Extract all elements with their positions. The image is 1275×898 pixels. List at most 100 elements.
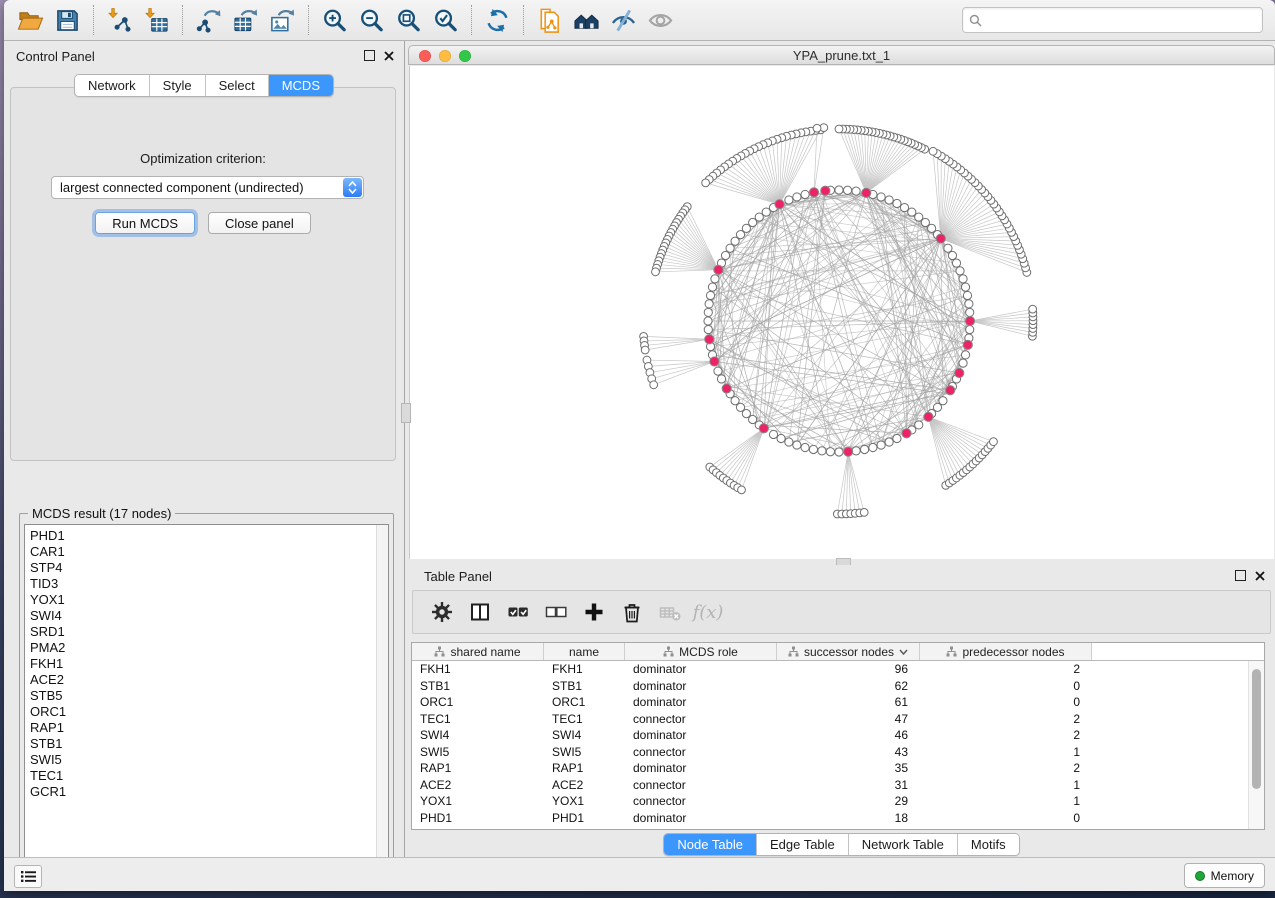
memory-label: Memory <box>1211 869 1254 883</box>
column-header-filler <box>1092 643 1264 660</box>
delete-entry-icon[interactable] <box>613 594 651 630</box>
export-image-icon[interactable] <box>264 2 301 38</box>
close-panel-button[interactable]: Close panel <box>208 212 311 234</box>
zoom-out-icon[interactable] <box>353 2 390 38</box>
table-cell: 29 <box>777 794 920 808</box>
tab-select[interactable]: Select <box>206 75 269 96</box>
mcds-result-node[interactable]: STP4 <box>30 560 388 576</box>
save-session-icon[interactable] <box>49 2 86 38</box>
table-row[interactable]: SWI5SWI5connector431 <box>412 744 1249 761</box>
toolbar-separator <box>471 5 472 35</box>
close-table-panel-icon[interactable] <box>1255 571 1265 581</box>
close-panel-icon[interactable] <box>384 51 394 61</box>
table-cell: STB1 <box>412 679 544 693</box>
mcds-result-node[interactable]: RAP1 <box>30 720 388 736</box>
mcds-result-items: PHD1CAR1STP4TID3YOX1SWI4SRD1PMA2FKH1ACE2… <box>25 525 388 800</box>
optimization-criterion-select[interactable]: largest connected component (undirected) <box>51 176 364 199</box>
task-history-button[interactable] <box>14 865 42 888</box>
network-from-document-icon[interactable] <box>531 2 568 38</box>
table-cell: SWI5 <box>544 745 625 759</box>
control-panel: Control Panel NetworkStyleSelectMCDS Opt… <box>4 41 405 858</box>
import-network-icon[interactable] <box>101 2 138 38</box>
hide-selected-icon[interactable] <box>605 2 642 38</box>
export-network-icon[interactable] <box>190 2 227 38</box>
export-table-icon[interactable] <box>227 2 264 38</box>
tab-mcds[interactable]: MCDS <box>269 75 333 96</box>
table-row[interactable]: TEC1TEC1connector472 <box>412 711 1249 728</box>
table-row[interactable]: YOX1YOX1connector291 <box>412 793 1249 810</box>
zoom-fit-icon[interactable] <box>390 2 427 38</box>
float-panel-icon[interactable] <box>364 50 375 61</box>
column-header-name[interactable]: name <box>544 643 625 660</box>
column-header-shared-name[interactable]: shared name <box>412 643 544 660</box>
mcds-result-node[interactable]: TID3 <box>30 576 388 592</box>
mcds-result-node[interactable]: GCR1 <box>30 784 388 800</box>
mcds-result-list[interactable]: PHD1CAR1STP4TID3YOX1SWI4SRD1PMA2FKH1ACE2… <box>24 524 389 882</box>
mcds-result-node[interactable]: STB1 <box>30 736 388 752</box>
tab-motifs[interactable]: Motifs <box>958 834 1019 855</box>
main-toolbar <box>4 0 1275 41</box>
mcds-result-node[interactable]: SRD1 <box>30 624 388 640</box>
open-session-icon[interactable] <box>12 2 49 38</box>
mcds-result-node[interactable]: PMA2 <box>30 640 388 656</box>
search-box[interactable] <box>962 7 1263 33</box>
mcds-result-node[interactable]: TEC1 <box>30 768 388 784</box>
first-neighbors-icon[interactable] <box>568 2 605 38</box>
refresh-icon[interactable] <box>479 2 516 38</box>
table-row[interactable]: RAP1RAP1dominator352 <box>412 760 1249 777</box>
mcds-result-node[interactable]: PHD1 <box>30 528 388 544</box>
table-cell: RAP1 <box>544 761 625 775</box>
mcds-result-node[interactable]: YOX1 <box>30 592 388 608</box>
table-scrollbar-thumb[interactable] <box>1252 669 1261 789</box>
select-all-icon[interactable] <box>499 594 537 630</box>
table-cell: SWI4 <box>544 728 625 742</box>
search-input[interactable] <box>987 12 1256 29</box>
show-columns-icon[interactable] <box>461 594 499 630</box>
column-header-MCDS-role[interactable]: MCDS role <box>625 643 777 660</box>
show-all-icon <box>642 2 679 38</box>
table-toolbar: f(x) <box>412 590 1271 634</box>
table-row[interactable]: PHD1PHD1dominator180 <box>412 810 1249 827</box>
table-scrollbar[interactable] <box>1248 661 1264 829</box>
mcds-result-node[interactable]: SWI5 <box>30 752 388 768</box>
memory-button[interactable]: Memory <box>1184 863 1265 888</box>
table-row[interactable]: FKH1FKH1dominator962 <box>412 661 1249 678</box>
table-row[interactable]: STB1STB1dominator620 <box>412 678 1249 695</box>
deselect-all-icon[interactable] <box>537 594 575 630</box>
tab-style[interactable]: Style <box>150 75 206 96</box>
tab-network[interactable]: Network <box>75 75 150 96</box>
table-cell: connector <box>625 745 777 759</box>
mcds-result-node[interactable]: STB5 <box>30 688 388 704</box>
table-options-icon[interactable] <box>423 594 461 630</box>
control-panel-title: Control Panel <box>16 49 95 64</box>
column-header-successor-nodes[interactable]: successor nodes <box>777 643 920 660</box>
table-cell: ACE2 <box>544 778 625 792</box>
add-entry-icon[interactable] <box>575 594 613 630</box>
function-builder-icon: f(x) <box>689 594 727 630</box>
tab-edge-table[interactable]: Edge Table <box>757 834 849 855</box>
mcds-result-node[interactable]: FKH1 <box>30 656 388 672</box>
vertical-split-handle[interactable] <box>401 403 411 423</box>
table-row[interactable]: ACE2ACE2connector311 <box>412 777 1249 794</box>
network-canvas[interactable] <box>409 66 1274 559</box>
table-row[interactable]: SWI4SWI4dominator462 <box>412 727 1249 744</box>
import-table-icon[interactable] <box>138 2 175 38</box>
selected-criterion: largest connected component (undirected) <box>52 180 343 195</box>
zoom-selected-icon[interactable] <box>427 2 464 38</box>
mcds-result-node[interactable]: ACE2 <box>30 672 388 688</box>
tab-node-table[interactable]: Node Table <box>664 834 757 855</box>
mcds-result-node[interactable]: CAR1 <box>30 544 388 560</box>
table-row[interactable]: ORC1ORC1dominator610 <box>412 694 1249 711</box>
tab-network-table[interactable]: Network Table <box>849 834 958 855</box>
column-header-predecessor-nodes[interactable]: predecessor nodes <box>920 643 1092 660</box>
mcds-result-node[interactable]: ORC1 <box>30 704 388 720</box>
run-mcds-button[interactable]: Run MCDS <box>95 212 195 234</box>
float-table-panel-icon[interactable] <box>1235 570 1246 581</box>
mcds-result-node[interactable]: SWI4 <box>30 608 388 624</box>
status-bar: Memory <box>4 857 1275 891</box>
table-cell: SWI4 <box>412 728 544 742</box>
table-cell: 2 <box>920 761 1092 775</box>
mcds-result-scrollbar[interactable] <box>376 525 388 881</box>
network-view-title: YPA_prune.txt_1 <box>409 48 1274 63</box>
zoom-in-icon[interactable] <box>316 2 353 38</box>
